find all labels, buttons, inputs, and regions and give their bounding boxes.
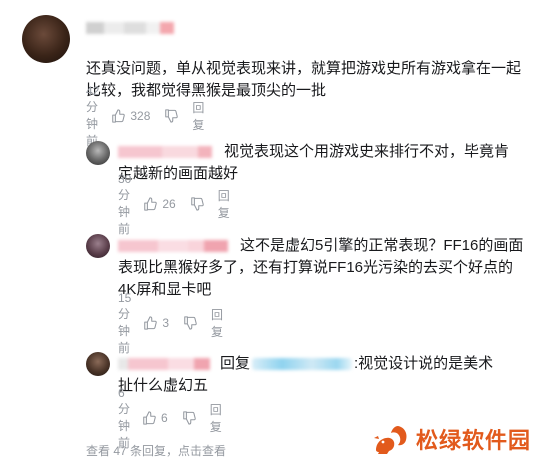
reply-line: 视觉表现这个用游戏史来排行不对，毕竟肯 (224, 143, 510, 160)
reply-button[interactable]: 回复 (192, 99, 204, 133)
like-count: 3 (162, 316, 170, 330)
comment-line: 比较，我都觉得黑猴是最顶尖的一批 (86, 82, 327, 99)
timestamp: 30分钟前 (118, 171, 132, 236)
thumbs-up-icon (112, 109, 126, 123)
timestamp: 42分钟前 (86, 83, 100, 148)
reply-line: 4K屏和显卡吧 (118, 281, 212, 298)
avatar[interactable] (86, 141, 110, 165)
timestamp: 15分钟前 (118, 290, 132, 355)
thumbs-down-icon (184, 316, 197, 330)
dislike-button[interactable] (190, 197, 204, 211)
reply-text: 视觉表现这个用游戏史来排行不对，毕竟肯 定越新的画面越好 (118, 141, 528, 185)
timestamp: 6分钟前 (118, 385, 131, 450)
like-count: 6 (161, 411, 168, 425)
dislike-button[interactable] (183, 316, 197, 330)
reply-text: 回复 :视觉设计说的是美术 扯什么虚幻五 (118, 353, 528, 397)
like-button[interactable]: 26 (143, 197, 176, 211)
comment-text: 还真没问题，单从视觉表现来讲，就算把游戏史所有游戏拿在一起 比较，我都觉得黑猴是… (86, 58, 526, 102)
thumbs-down-icon (182, 411, 196, 425)
avatar[interactable] (22, 15, 70, 63)
like-button[interactable]: 3 (143, 316, 169, 330)
reply-button[interactable]: 回复 (211, 306, 223, 340)
thumbs-up-icon (143, 411, 156, 425)
comment-line: 还真没问题，单从视觉表现来讲，就算把游戏史所有游戏拿在一起 (86, 60, 522, 77)
like-button[interactable]: 328 (111, 109, 150, 123)
like-button[interactable]: 6 (142, 411, 168, 425)
squirrel-logo-icon (374, 426, 407, 454)
reply-meta: 15分钟前 3 回复 (118, 291, 223, 355)
reply-button[interactable]: 回复 (218, 187, 230, 221)
reply-text: 这不是虚幻5引擎的正常表现？FF16的画面 表现比黑猴好多了，还有打算说FF16… (118, 235, 528, 301)
reply-line: 扯什么虚幻五 (118, 377, 209, 394)
reply-meta: 6分钟前 6 回复 (118, 386, 222, 450)
reply-line: 回复 :视觉设计说的是美术 (118, 353, 528, 375)
username-blurred[interactable] (86, 22, 174, 34)
thumbs-down-icon (190, 197, 204, 211)
thumbs-up-icon (144, 197, 158, 211)
like-count: 26 (162, 197, 176, 211)
watermark-text: 松绿软件园 (416, 429, 532, 454)
avatar[interactable] (86, 234, 110, 258)
dislike-button[interactable] (164, 109, 179, 123)
view-more-replies-link[interactable]: 查看 47 条回复，点击查看 (86, 442, 226, 459)
thumbs-down-icon (165, 109, 179, 123)
mention-blurred[interactable] (252, 358, 353, 371)
avatar[interactable] (86, 352, 110, 376)
reply-prefix: 回复 (220, 355, 251, 372)
thumbs-up-icon (144, 316, 158, 330)
reply-line: 这不是虚幻5引擎的正常表现？FF16的画面 (240, 237, 524, 254)
reply-meta: 30分钟前 26 回复 (118, 172, 230, 236)
like-count: 328 (130, 109, 151, 123)
reply-button[interactable]: 回复 (210, 401, 222, 435)
reply-content: :视觉设计说的是美术 (354, 355, 494, 372)
reply-line: 表现比黑猴好多了，还有打算说FF16光污染的去买个好点的 (118, 259, 514, 276)
dislike-button[interactable] (182, 411, 196, 425)
watermark: 松绿软件园 (370, 422, 531, 456)
reply-line: 定越新的画面越好 (118, 165, 239, 182)
comment-meta: 42分钟前 328 回复 (86, 84, 204, 148)
